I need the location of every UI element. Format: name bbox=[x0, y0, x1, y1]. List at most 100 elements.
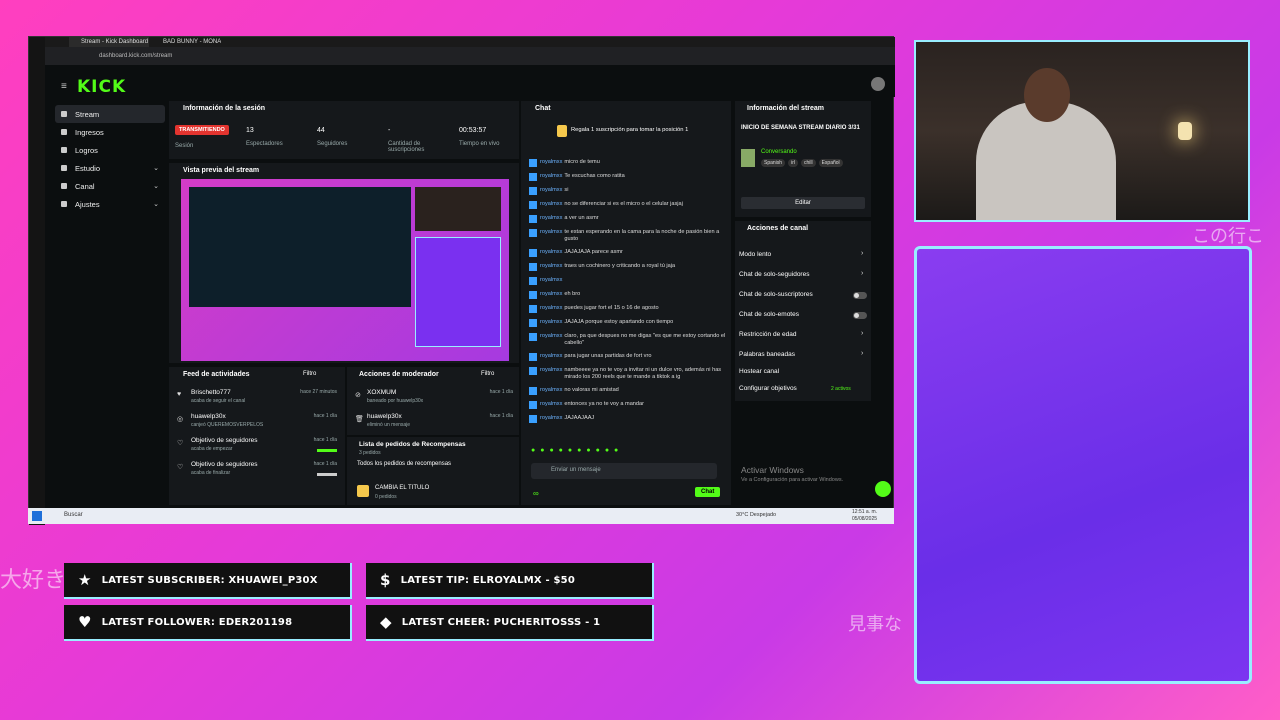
chat-username[interactable]: royalmxx bbox=[540, 201, 562, 208]
chat-message: royalmxx bbox=[529, 277, 727, 291]
latest-cheer: ◆ LATEST CHEER: PUCHERITOSSS - 1 bbox=[366, 605, 654, 641]
emotes-only-toggle[interactable] bbox=[853, 312, 867, 319]
stream-preview[interactable] bbox=[181, 179, 509, 361]
chat-username[interactable]: royalmxx bbox=[540, 291, 562, 298]
chevron-right-icon: › bbox=[861, 350, 864, 357]
chat-username[interactable]: royalmxx bbox=[540, 229, 562, 236]
chat-username[interactable]: royalmxx bbox=[540, 159, 562, 166]
sidebar-item-ajustes[interactable]: Ajustes ⌄ bbox=[55, 195, 165, 213]
chat-text: a ver un asmr bbox=[564, 215, 599, 221]
browser-window: Stream - Kick Dashboard BAD BUNNY - MONA… bbox=[28, 36, 895, 525]
goal-progress bbox=[317, 473, 337, 476]
chat-message: royalmxx JAJAJA porque estoy apartando co… bbox=[529, 319, 727, 333]
tab-bad-bunny[interactable]: BAD BUNNY - MONA... bbox=[151, 37, 221, 47]
configure-goals[interactable]: Configurar objetivos bbox=[739, 385, 797, 392]
user-badge-icon bbox=[529, 277, 537, 285]
subs-only-toggle[interactable] bbox=[853, 292, 867, 299]
list-item: ◎ huawelp30x canjeó QUEREMOSVERPELOS hac… bbox=[177, 413, 337, 428]
rewards-panel: Lista de pedidos de Recompensas 3 pedido… bbox=[347, 437, 519, 505]
url-text[interactable]: dashboard.kick.com/stream bbox=[99, 50, 799, 62]
diamond-icon: ◆ bbox=[380, 613, 392, 631]
chat-username[interactable]: royalmxx bbox=[540, 187, 562, 194]
followers-only-chat[interactable]: Chat de solo-seguidores bbox=[739, 271, 809, 278]
emote-bar[interactable]: ●●●●●●●●●● bbox=[531, 447, 721, 457]
rewards-all-link[interactable]: Todos los pedidos de recompensas bbox=[357, 461, 451, 467]
sidebar-item-ingresos[interactable]: Ingresos bbox=[55, 123, 165, 141]
overlay-text-right-top: この行こ bbox=[1192, 226, 1264, 247]
chat-username[interactable]: royalmxx bbox=[540, 415, 562, 422]
moderator-panel: Acciones de moderador Filtro ⊘ XOXMUM ba… bbox=[347, 367, 519, 435]
chat-username[interactable]: royalmxx bbox=[540, 333, 562, 340]
activity-filter[interactable]: Filtro bbox=[303, 371, 316, 377]
menu-icon[interactable]: ≡ bbox=[61, 81, 67, 92]
trash-icon: 🗑 bbox=[355, 416, 364, 423]
sidebar-item-stream[interactable]: Stream bbox=[55, 105, 165, 123]
chat-username[interactable]: royalmxx bbox=[540, 353, 562, 360]
age-restriction[interactable]: Restricción de edad bbox=[739, 331, 796, 338]
chat-text: no se diferenciar si es el micro o el ce… bbox=[564, 201, 683, 207]
heart-icon: ♥ bbox=[177, 391, 182, 398]
user-badge-icon bbox=[529, 367, 537, 375]
chat-text: micro de temu bbox=[564, 159, 600, 165]
sidebar-item-estudio[interactable]: Estudio ⌄ bbox=[55, 159, 165, 177]
chat-input[interactable]: Enviar un mensaje bbox=[531, 463, 717, 479]
user-badge-icon bbox=[529, 201, 537, 209]
pinned-message[interactable]: Regala 1 suscripción para tomar la posic… bbox=[571, 127, 688, 133]
chat-username[interactable]: royalmxx bbox=[540, 173, 562, 180]
star-icon: ★ bbox=[78, 571, 92, 589]
channel-actions-panel: Acciones de canal Modo lento › Chat de s… bbox=[735, 221, 871, 401]
camera-frame bbox=[914, 246, 1252, 684]
tag[interactable]: Español bbox=[818, 159, 843, 167]
user-badge-icon bbox=[529, 263, 537, 271]
user-badge-icon bbox=[529, 353, 537, 361]
user-badge-icon bbox=[529, 173, 537, 181]
chat-text: JAJAAJAAJ bbox=[564, 415, 595, 421]
chat-username[interactable]: royalmxx bbox=[540, 401, 562, 408]
chat-username[interactable]: royalmxx bbox=[540, 249, 562, 256]
overlay-text-right-bottom: 見事な bbox=[848, 614, 902, 635]
kick-logo[interactable]: KICK bbox=[77, 77, 126, 97]
chat-username[interactable]: royalmxx bbox=[540, 367, 562, 374]
dollar-icon: $ bbox=[380, 571, 391, 589]
banned-words[interactable]: Palabras baneadas bbox=[739, 351, 795, 358]
moderator-filter[interactable]: Filtro bbox=[481, 371, 494, 377]
chat-text: te estan esperando en la cama para la no… bbox=[564, 229, 720, 242]
sidebar-item-logros[interactable]: Logros bbox=[55, 141, 165, 159]
list-item: 🗑 huawelp30x eliminó un mensaje hace 1 d… bbox=[355, 413, 513, 428]
chat-username[interactable]: royalmxx bbox=[540, 263, 562, 270]
tag[interactable]: irl bbox=[788, 159, 798, 167]
followers-label: Seguidores bbox=[317, 141, 348, 147]
windows-icon[interactable] bbox=[32, 511, 42, 521]
list-item: ⊘ XOXMUM baneado por huawelp30x hace 1 d… bbox=[355, 389, 513, 404]
host-channel[interactable]: Hostear canal bbox=[739, 368, 779, 375]
support-icon[interactable] bbox=[875, 481, 891, 497]
chat-text: JAJAJA porque estoy apartando con tiempo bbox=[564, 319, 674, 325]
chat-send-button[interactable]: Chat bbox=[695, 487, 721, 497]
tag[interactable]: chill bbox=[800, 159, 816, 167]
rewards-count: 3 pedidos bbox=[359, 450, 381, 456]
list-item: ♥ Brischetto777 acaba de seguir el canal… bbox=[177, 389, 337, 404]
chat-text: JAJAJAJA parece asmr bbox=[564, 249, 623, 255]
active-goals: 2 activos bbox=[831, 386, 851, 392]
tag[interactable]: Spanish bbox=[761, 159, 786, 167]
user-badge-icon bbox=[529, 215, 537, 223]
user-badge-icon bbox=[529, 401, 537, 409]
session-panel: Información de la sesión TRANSMITIENDO S… bbox=[169, 101, 519, 159]
slow-mode[interactable]: Modo lento bbox=[739, 251, 771, 258]
tab-kick-dashboard[interactable]: Stream - Kick Dashboard bbox=[69, 37, 149, 47]
chat-username[interactable]: royalmxx bbox=[540, 277, 562, 284]
avatar[interactable] bbox=[871, 77, 885, 91]
edit-button[interactable]: Editar bbox=[741, 197, 865, 209]
sidebar-item-canal[interactable]: Canal ⌄ bbox=[55, 177, 165, 195]
subs-only-chat: Chat de solo-suscriptores bbox=[739, 291, 813, 298]
stream-category[interactable]: Conversando bbox=[761, 149, 797, 155]
chat-username[interactable]: royalmxx bbox=[540, 319, 562, 326]
preview-webcam bbox=[415, 187, 501, 231]
chat-text: si bbox=[564, 187, 569, 193]
reward-item-title[interactable]: CAMBIA EL TITULO bbox=[375, 485, 429, 491]
taskbar-search[interactable]: Buscar bbox=[64, 512, 83, 518]
chat-username[interactable]: royalmxx bbox=[540, 305, 562, 312]
activity-title: Feed de actividades bbox=[183, 371, 250, 378]
chat-username[interactable]: royalmxx bbox=[540, 387, 562, 394]
chat-username[interactable]: royalmxx bbox=[540, 215, 562, 222]
